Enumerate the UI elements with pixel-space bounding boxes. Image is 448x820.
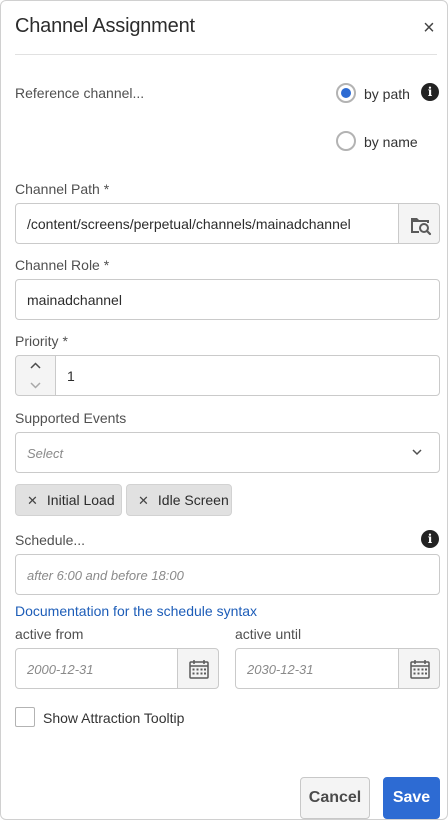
schedule-label: Schedule... <box>15 532 86 548</box>
reference-channel-label: Reference channel... <box>15 85 145 101</box>
priority-input[interactable]: 1 <box>55 355 440 396</box>
active-until-input[interactable]: 2030-12-31 <box>235 648 399 689</box>
active-from-label: active from <box>15 626 84 642</box>
chevron-down-icon <box>30 382 41 389</box>
tag-remove-icon[interactable]: ✕ <box>138 493 149 508</box>
reference-info-icon[interactable]: i <box>421 83 439 101</box>
cancel-button[interactable]: Cancel <box>300 777 370 819</box>
channel-path-input[interactable]: /content/screens/perpetual/channels/main… <box>15 203 399 244</box>
radio-by-name-label: by name <box>364 134 418 150</box>
calendar-icon <box>410 660 430 679</box>
schedule-documentation-link[interactable]: Documentation for the schedule syntax <box>15 603 257 619</box>
radio-by-path-label: by path <box>364 86 410 102</box>
supported-events-label: Supported Events <box>15 410 127 426</box>
channel-assignment-dialog: Channel Assignment × Reference channel..… <box>0 0 448 820</box>
chevron-down-icon <box>412 449 422 456</box>
tag-remove-icon[interactable]: ✕ <box>27 493 38 508</box>
tag-label: Initial Load <box>46 492 115 508</box>
supported-events-placeholder: Select <box>27 446 64 461</box>
save-button[interactable]: Save <box>383 777 440 819</box>
attraction-tooltip-checkbox[interactable] <box>15 707 35 727</box>
calendar-icon <box>189 660 209 679</box>
schedule-input[interactable]: after 6:00 and before 18:00 <box>15 554 440 595</box>
channel-role-label: Channel Role * <box>15 257 110 273</box>
header-divider <box>15 54 437 55</box>
radio-by-name[interactable] <box>336 131 356 151</box>
attraction-tooltip-label: Show Attraction Tooltip <box>43 710 185 726</box>
supported-events-select[interactable]: Select <box>15 432 440 473</box>
active-from-placeholder: 2000-12-31 <box>27 662 94 677</box>
priority-label: Priority * <box>15 333 68 349</box>
active-until-calendar-button[interactable] <box>398 648 440 689</box>
event-tag-initial-load[interactable]: ✕ Initial Load <box>15 484 122 516</box>
chevron-up-icon <box>30 362 41 369</box>
stepper-decrement-button[interactable] <box>16 376 55 396</box>
event-tag-idle-screen[interactable]: ✕ Idle Screen <box>126 484 232 516</box>
channel-role-input[interactable]: mainadchannel <box>15 279 440 320</box>
channel-path-label: Channel Path * <box>15 181 110 197</box>
stepper-increment-button[interactable] <box>16 356 55 376</box>
close-icon[interactable]: × <box>419 17 439 39</box>
active-from-input[interactable]: 2000-12-31 <box>15 648 178 689</box>
priority-stepper <box>15 355 56 396</box>
browse-path-button[interactable] <box>398 203 440 244</box>
schedule-info-icon[interactable]: i <box>421 530 439 548</box>
radio-by-path[interactable] <box>336 83 356 103</box>
schedule-placeholder: after 6:00 and before 18:00 <box>27 568 184 583</box>
active-from-calendar-button[interactable] <box>177 648 219 689</box>
active-until-label: active until <box>235 626 302 642</box>
folder-search-icon <box>411 218 432 236</box>
dialog-title: Channel Assignment <box>15 15 195 37</box>
tag-label: Idle Screen <box>157 492 229 508</box>
active-until-placeholder: 2030-12-31 <box>247 662 314 677</box>
